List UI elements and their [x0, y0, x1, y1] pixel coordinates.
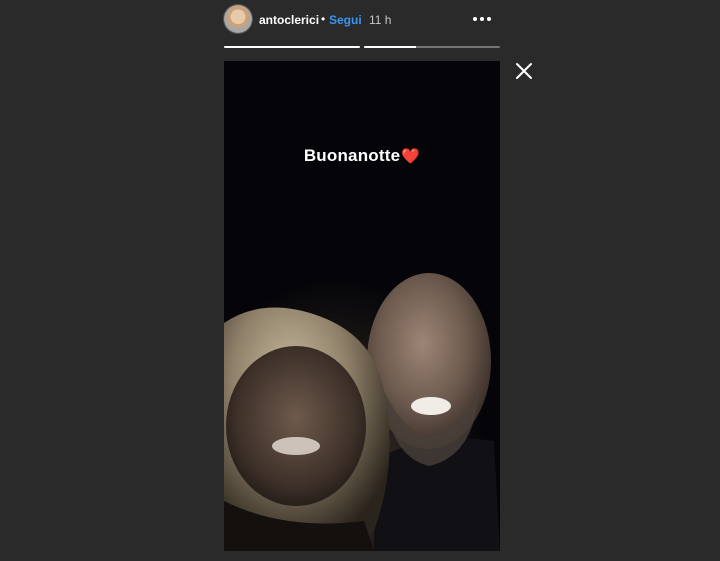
separator-dot: • [321, 12, 326, 26]
heart-emoji: ❤️ [401, 148, 421, 165]
progress-segment-1 [224, 46, 360, 48]
more-dot [473, 17, 477, 21]
timestamp: 11 h [369, 13, 392, 27]
progress-segment-2 [364, 46, 500, 48]
story-header: antoclerici • Segui 11 h [224, 4, 502, 36]
follow-button[interactable]: Segui [329, 13, 362, 27]
story-viewer: antoclerici • Segui 11 h Buonanotte❤️ [0, 0, 720, 561]
close-icon[interactable] [513, 60, 535, 82]
caption-text: Buonanotte [303, 146, 401, 165]
story-caption: Buonanotte❤️ [224, 146, 500, 166]
username[interactable]: antoclerici [259, 13, 319, 27]
more-dot [487, 17, 491, 21]
more-options-icon[interactable] [468, 5, 496, 33]
story-media[interactable]: Buonanotte❤️ [224, 61, 500, 551]
story-progress-bar [224, 46, 500, 48]
progress-fill [224, 46, 360, 48]
progress-fill [364, 46, 416, 48]
avatar[interactable] [224, 5, 252, 33]
more-dot [480, 17, 484, 21]
story-photo [224, 61, 500, 551]
